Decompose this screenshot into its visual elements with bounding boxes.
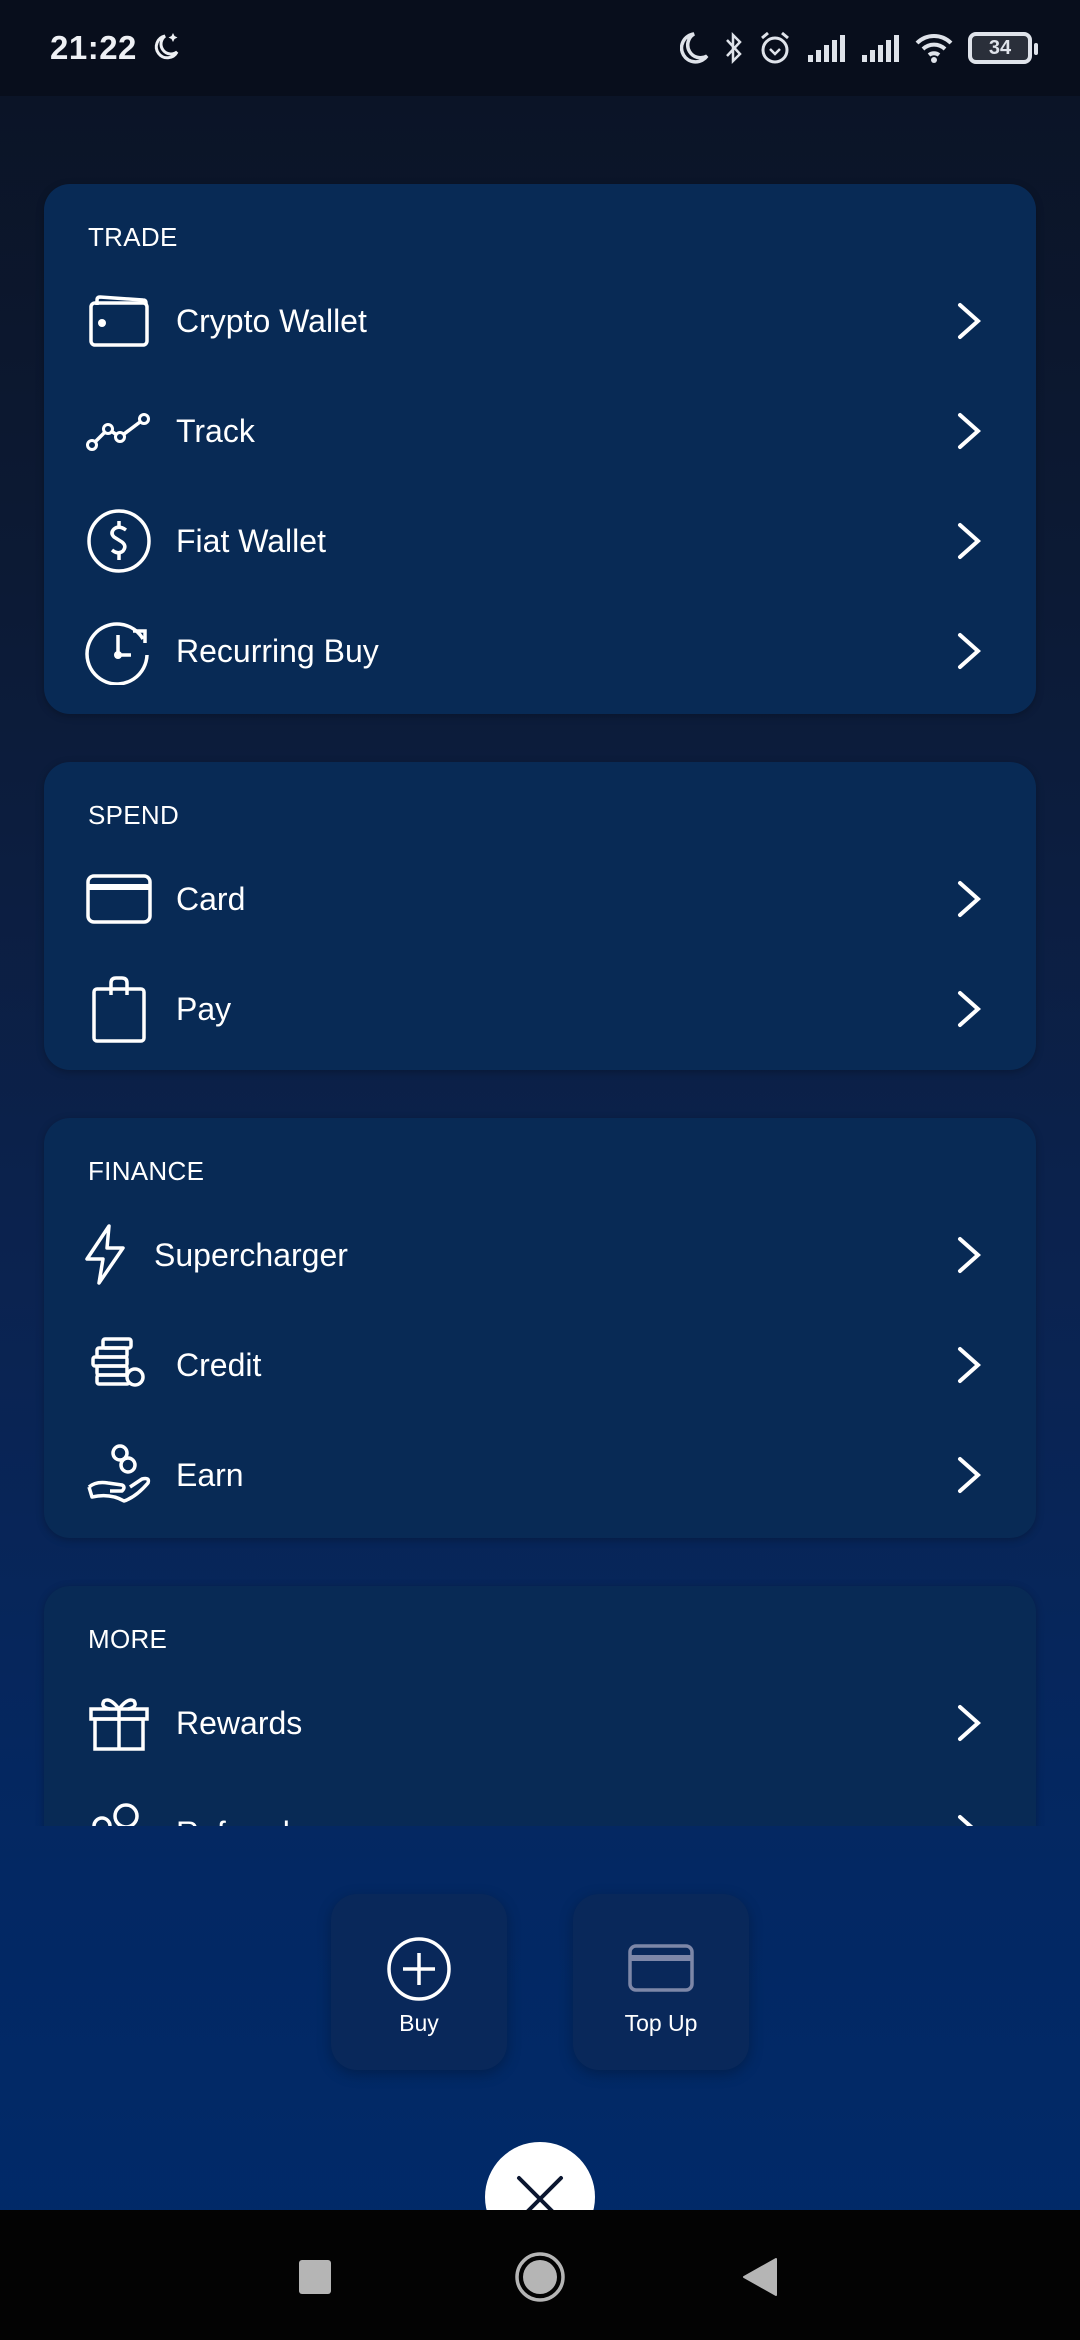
signal-icon (806, 33, 846, 63)
menu-item-label: Rewards (176, 1704, 303, 1741)
chevron-right-icon (954, 521, 984, 561)
menu-item-rewards[interactable]: Rewards (44, 1668, 1036, 1778)
menu-item-supercharger[interactable]: Supercharger (44, 1200, 1036, 1310)
menu-item-label: Supercharger (154, 1236, 348, 1273)
chevron-right-icon (954, 1345, 984, 1385)
alarm-icon (758, 30, 792, 66)
menu-item-label: Referral (176, 1815, 290, 1827)
status-time: 21:22 (50, 29, 137, 66)
menu-scroll-area[interactable]: TRADE Crypto Wallet Track Fiat Wallet Re… (0, 96, 1080, 1826)
section-finance: FINANCE Supercharger Credit Earn (44, 1118, 1036, 1538)
chevron-right-icon (954, 411, 984, 451)
system-nav-bar (0, 2210, 1080, 2340)
section-title: MORE (88, 1624, 168, 1654)
back-button[interactable] (740, 2252, 780, 2302)
wallet-icon (84, 286, 154, 356)
lightning-icon (80, 1220, 130, 1290)
menu-item-fiat-wallet[interactable]: Fiat Wallet (44, 486, 1036, 596)
battery-icon: 34 (968, 32, 1038, 64)
menu-item-recurring-buy[interactable]: Recurring Buy (44, 596, 1036, 706)
chevron-right-icon (954, 301, 984, 341)
plus-circle-icon (386, 1936, 452, 2002)
section-trade: TRADE Crypto Wallet Track Fiat Wallet Re… (44, 184, 1036, 714)
section-title: SPEND (88, 800, 180, 830)
buy-button[interactable]: Buy (331, 1894, 507, 2070)
menu-item-label: Recurring Buy (176, 632, 379, 669)
menu-item-label: Pay (176, 990, 232, 1027)
chevron-right-icon (954, 1235, 984, 1275)
recents-button[interactable] (298, 2252, 332, 2302)
chevron-right-icon (954, 1813, 984, 1826)
moon-icon (680, 30, 710, 66)
top-up-label: Top Up (624, 2010, 698, 2036)
bluetooth-icon (724, 30, 744, 66)
menu-item-label: Track (176, 412, 255, 449)
line-chart-icon (84, 396, 154, 466)
section-title: FINANCE (88, 1156, 205, 1186)
menu-item-label: Credit (176, 1346, 262, 1383)
credit-card-icon (84, 864, 154, 934)
menu-item-label: Fiat Wallet (176, 522, 326, 559)
home-button[interactable] (513, 2252, 567, 2302)
chevron-right-icon (954, 631, 984, 671)
signal-icon (860, 33, 900, 63)
menu-item-card[interactable]: Card (44, 844, 1036, 954)
section-more: MORE Rewards Referral (44, 1586, 1036, 1826)
chevron-right-icon (954, 1455, 984, 1495)
shopping-bag-icon (84, 974, 154, 1044)
buy-label: Buy (399, 2010, 439, 2036)
chevron-right-icon (954, 879, 984, 919)
status-bar: 21:22 34 (0, 0, 1080, 96)
wifi-icon (914, 31, 954, 65)
section-title: TRADE (88, 222, 178, 252)
hand-coins-icon (84, 1440, 154, 1510)
menu-item-track[interactable]: Track (44, 376, 1036, 486)
menu-item-label: Crypto Wallet (176, 302, 367, 339)
credit-card-icon (628, 1936, 694, 2002)
menu-item-label: Earn (176, 1456, 244, 1493)
chevron-right-icon (954, 1703, 984, 1743)
clock-refresh-icon (84, 616, 154, 686)
coin-stack-icon (84, 1330, 154, 1400)
battery-level: 34 (988, 36, 1012, 59)
gift-icon (84, 1688, 154, 1758)
moon-stars-icon (151, 30, 181, 67)
chevron-right-icon (954, 989, 984, 1029)
section-spend: SPEND Card Pay (44, 762, 1036, 1070)
menu-item-referral[interactable]: Referral (44, 1778, 1036, 1826)
dollar-circle-icon (84, 506, 154, 576)
menu-item-pay[interactable]: Pay (44, 954, 1036, 1064)
top-up-button[interactable]: Top Up (573, 1894, 749, 2070)
menu-item-label: Card (176, 880, 246, 917)
menu-item-credit[interactable]: Credit (44, 1310, 1036, 1420)
menu-item-earn[interactable]: Earn (44, 1420, 1036, 1530)
quick-actions: Buy Top Up (0, 1894, 1080, 2074)
users-icon (84, 1798, 154, 1826)
menu-item-crypto-wallet[interactable]: Crypto Wallet (44, 266, 1036, 376)
